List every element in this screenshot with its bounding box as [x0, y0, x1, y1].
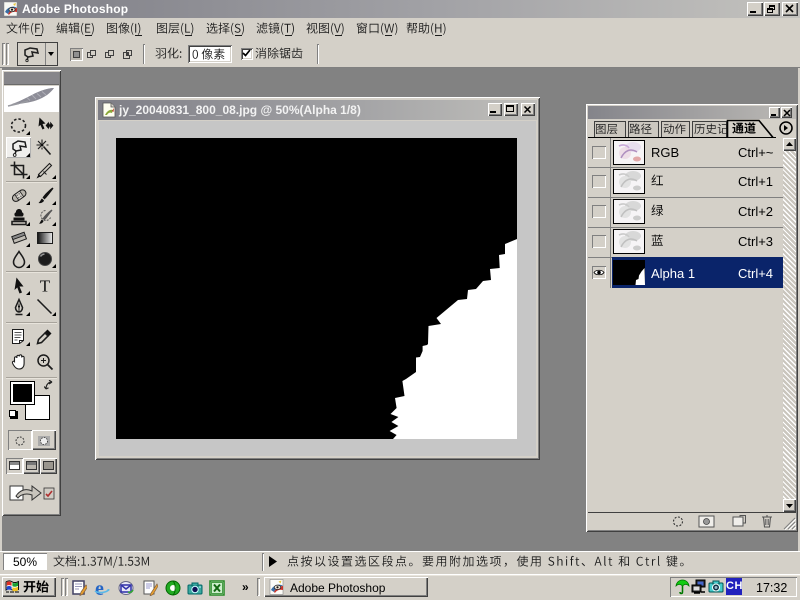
svg-text:T: T	[39, 276, 50, 295]
